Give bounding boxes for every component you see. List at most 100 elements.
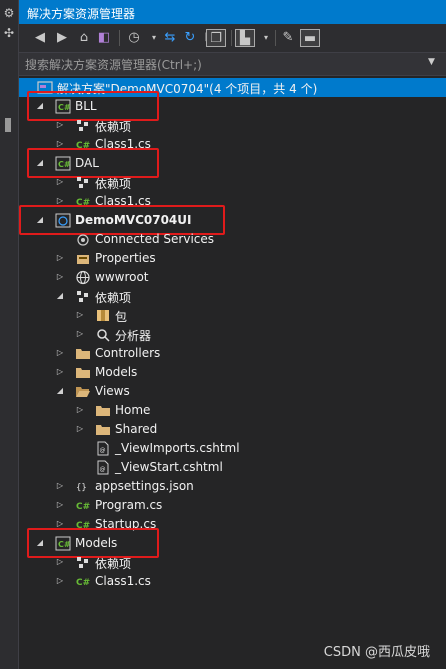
collapsed-arrow-icon[interactable]: ▷: [75, 329, 85, 339]
folder-icon: [95, 403, 111, 418]
dependencies-icon: [75, 175, 91, 190]
expanded-arrow-icon[interactable]: ◢: [55, 291, 65, 301]
package-icon: [95, 308, 111, 323]
collapsed-arrow-icon[interactable]: ▷: [55, 500, 65, 510]
connected-services-icon: [75, 232, 91, 247]
tree-item-label: 依赖项: [95, 120, 132, 134]
tree-item[interactable]: ◢ 依赖项: [19, 287, 446, 306]
tree-item[interactable]: ◢ Views: [19, 382, 446, 401]
collapsed-arrow-icon[interactable]: ▷: [75, 424, 85, 434]
watermark: CSDN @西瓜皮哦: [323, 645, 430, 660]
collapsed-arrow-icon[interactable]: ▷: [55, 348, 65, 358]
collapsed-arrow-icon[interactable]: ▷: [55, 576, 65, 586]
globe-icon: [75, 270, 91, 285]
home-icon[interactable]: ⌂: [75, 29, 93, 47]
tree-item-label: _ViewStart.cshtml: [115, 460, 223, 474]
tree-item-label: Models: [95, 365, 138, 379]
filter-icon[interactable]: ▙: [235, 29, 255, 47]
tree-item-label: Properties: [95, 251, 156, 265]
tree-item[interactable]: ▷ 依赖项: [19, 173, 446, 192]
tree-item[interactable]: ▷ Shared: [19, 420, 446, 439]
svg-text:C#: C#: [76, 502, 90, 512]
folder-icon: [95, 422, 111, 437]
refresh-icon[interactable]: ↻: [181, 29, 199, 47]
csharp-file-icon: C#: [75, 574, 91, 589]
tree-item-label: 依赖项: [95, 557, 132, 571]
tree-item-label: 包: [115, 310, 128, 324]
tree-item[interactable]: ▷ 依赖项: [19, 553, 446, 572]
tree-item[interactable]: ▷ Controllers: [19, 344, 446, 363]
gear-icon[interactable]: ⚙: [2, 6, 16, 20]
csharp-file-icon: C#: [75, 498, 91, 513]
show-all-files-icon[interactable]: ❐: [206, 29, 226, 47]
tree-item-label: 依赖项: [95, 291, 132, 305]
tree-item[interactable]: @ _ViewImports.cshtml: [19, 439, 446, 458]
toolbar: ◀ ▶ ⌂ ◧ ◷ ▾ ⇆ ↻ ⊟ ❐ ▙ ▾ ✎ ▬: [19, 24, 446, 52]
razor-file-icon: @: [95, 441, 111, 456]
pin-icon[interactable]: ✣: [2, 26, 16, 40]
search-input[interactable]: [19, 53, 427, 77]
properties-icon: [75, 251, 91, 266]
collapsed-arrow-icon[interactable]: ▷: [75, 310, 85, 320]
tree-item[interactable]: ▷ C# Class1.cs: [19, 572, 446, 591]
collapsed-arrow-icon[interactable]: ▷: [55, 481, 65, 491]
tree-item[interactable]: ▷ wwwroot: [19, 268, 446, 287]
visual-studio-icon[interactable]: ◧: [95, 29, 113, 47]
tree-item[interactable]: Connected Services: [19, 230, 446, 249]
tree-item[interactable]: @ _ViewStart.cshtml: [19, 458, 446, 477]
collapsed-arrow-icon[interactable]: ▷: [55, 557, 65, 567]
svg-text:@: @: [100, 466, 106, 473]
forward-icon[interactable]: ▶: [53, 29, 71, 47]
panel-title: 解决方案资源管理器: [27, 7, 136, 21]
dependencies-icon: [75, 118, 91, 133]
expanded-arrow-icon[interactable]: ◢: [55, 386, 65, 396]
tree-item-label: Program.cs: [95, 498, 163, 512]
tree-item[interactable]: ◢ C# Models: [19, 528, 446, 558]
solution-explorer-panel: 解决方案资源管理器 ◀ ▶ ⌂ ◧ ◷ ▾ ⇆ ↻ ⊟ ❐ ▙ ▾ ✎ ▬ ▼ …: [19, 0, 446, 669]
chevron-down-icon[interactable]: ▾: [257, 29, 275, 47]
tree-item-label: Class1.cs: [95, 574, 151, 588]
svg-text:C#: C#: [76, 578, 90, 588]
collapsed-arrow-icon[interactable]: ▷: [55, 120, 65, 130]
search-dropdown-icon[interactable]: ▼: [428, 57, 440, 71]
tree-item[interactable]: ◢ C# DAL: [19, 148, 446, 178]
tree-item-label: 分析器: [115, 329, 152, 343]
tree-item[interactable]: ▷ Home: [19, 401, 446, 420]
collapsed-arrow-icon[interactable]: ▷: [55, 177, 65, 187]
tree-item-label: Home: [115, 403, 151, 417]
tree-item-label: Connected Services: [95, 232, 215, 246]
back-icon[interactable]: ◀: [31, 29, 49, 47]
wrench-icon[interactable]: ✎: [279, 29, 297, 47]
tree-item[interactable]: ▷ 包: [19, 306, 446, 325]
collapsed-arrow-icon[interactable]: ▷: [55, 253, 65, 263]
tree-item[interactable]: ▷ Properties: [19, 249, 446, 268]
tree-item[interactable]: ▷ 分析器: [19, 325, 446, 344]
tree-item-label: wwwroot: [95, 270, 149, 284]
tree-item-label: _ViewImports.cshtml: [115, 441, 240, 455]
tree-item[interactable]: ▷ {} appsettings.json: [19, 477, 446, 496]
tree-item-label: appsettings.json: [95, 479, 194, 493]
folder-icon: [75, 365, 91, 380]
tree-item[interactable]: ◢ C# BLL: [19, 91, 446, 121]
folder-icon: [75, 346, 91, 361]
history-icon[interactable]: ◷: [125, 29, 143, 47]
preview-icon[interactable]: ▬: [300, 29, 320, 47]
collapsed-arrow-icon[interactable]: ▷: [55, 367, 65, 377]
dependencies-icon: [75, 289, 91, 304]
svg-text:{}: {}: [76, 483, 87, 493]
svg-text:@: @: [100, 447, 106, 454]
razor-file-icon: @: [95, 460, 111, 475]
tree-item[interactable]: ▷ 依赖项: [19, 116, 446, 135]
tree-item-label: Views: [95, 384, 130, 398]
tree-item[interactable]: ◢ DemoMVC0704UI: [19, 205, 446, 235]
dock-scroll-marker: [5, 118, 11, 132]
tree-item-label: 依赖项: [95, 177, 132, 191]
dependencies-icon: [75, 555, 91, 570]
tree-item-label: Shared: [115, 422, 158, 436]
json-file-icon: {}: [75, 479, 91, 494]
sync-icon[interactable]: ⇆: [161, 29, 179, 47]
tree-item[interactable]: ▷ Models: [19, 363, 446, 382]
collapsed-arrow-icon[interactable]: ▷: [75, 405, 85, 415]
tree-item[interactable]: ▷ C# Program.cs: [19, 496, 446, 515]
collapsed-arrow-icon[interactable]: ▷: [55, 272, 65, 282]
